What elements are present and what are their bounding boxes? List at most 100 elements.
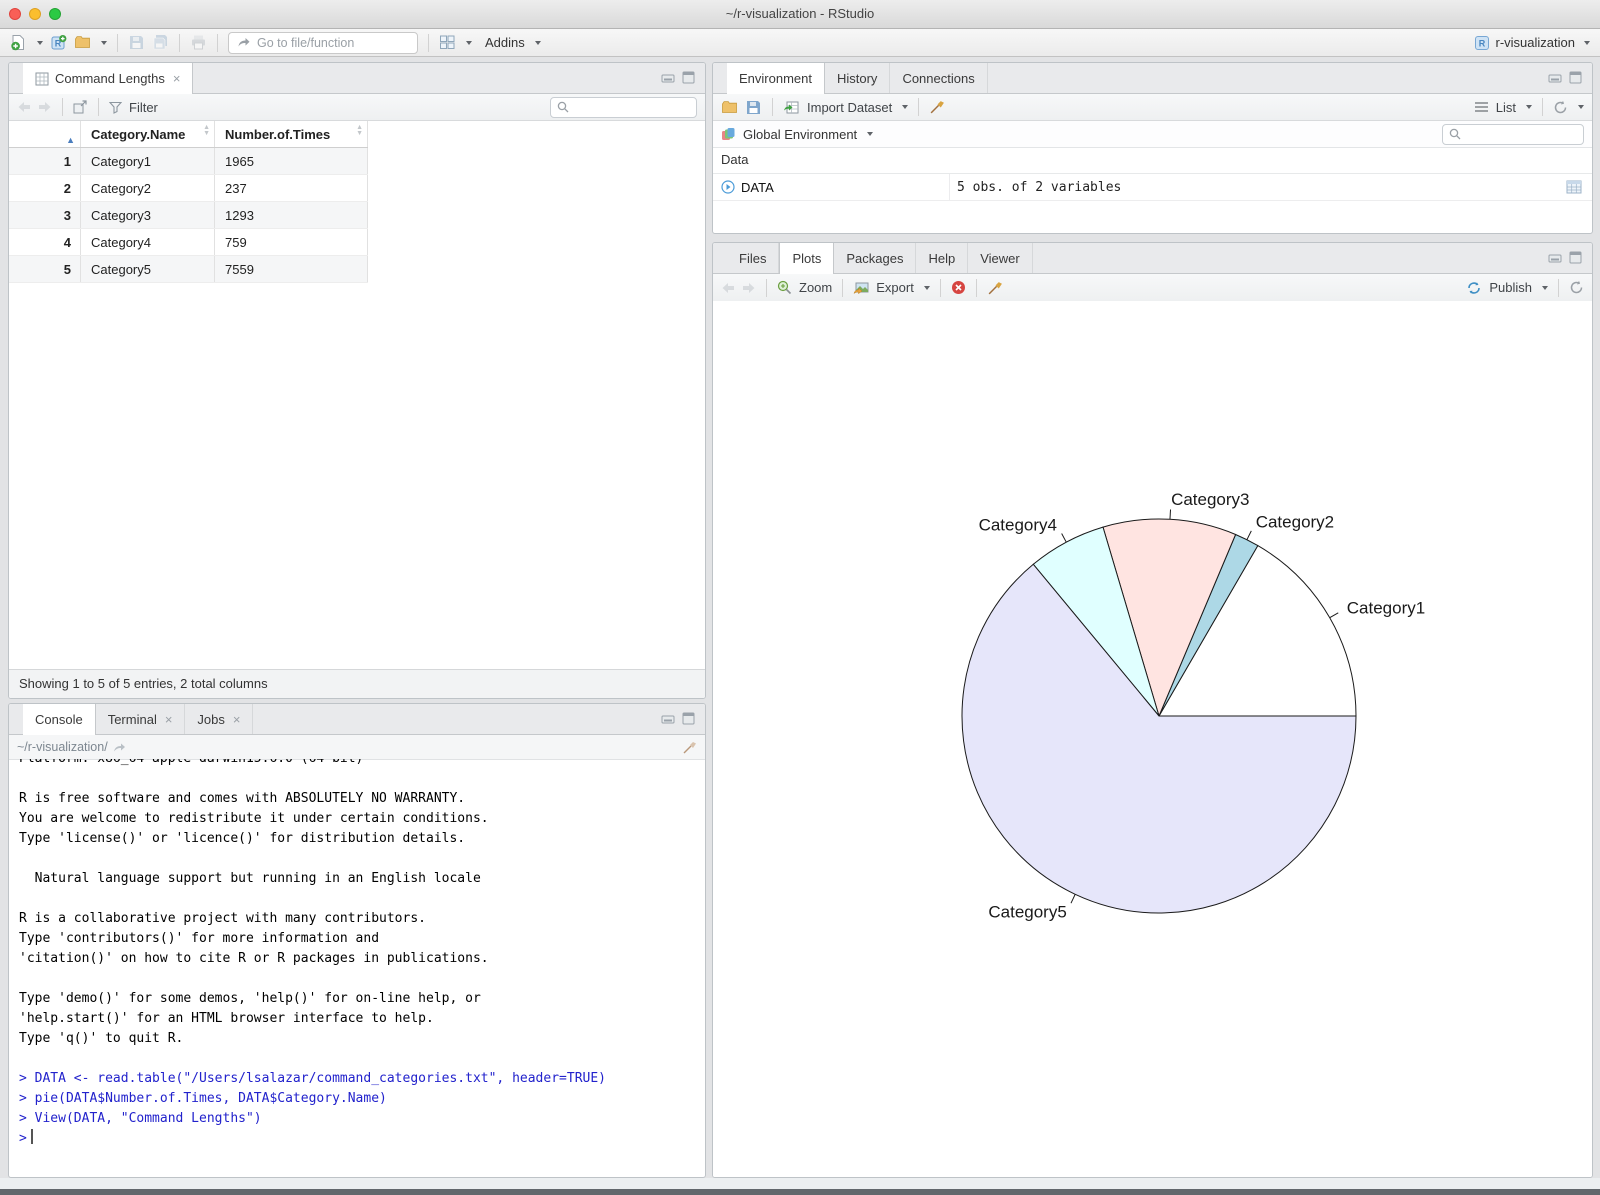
export-plot-dropdown[interactable]: [923, 285, 930, 290]
maximize-pane-icon[interactable]: [1569, 71, 1582, 84]
save-all-icon[interactable]: [152, 34, 169, 51]
table-row[interactable]: 1 Category1 1965: [9, 148, 368, 175]
new-project-icon[interactable]: R: [50, 34, 67, 51]
console-output-line: Platform: x86_64-apple-darwin15.6.0 (64-…: [19, 759, 705, 769]
goto-placeholder: Go to file/function: [257, 35, 355, 50]
new-file-dropdown[interactable]: [37, 40, 43, 45]
console-input-line: > DATA <- read.table("/Users/lsalazar/co…: [19, 1071, 606, 1086]
remove-plot-icon[interactable]: [951, 280, 966, 295]
export-plot-icon: [853, 282, 869, 294]
working-directory-bar: ~/r-visualization/: [9, 735, 705, 760]
column-header-number-of-times[interactable]: Number.of.Times ▲ ▼: [215, 121, 368, 147]
minimize-pane-icon[interactable]: [1548, 252, 1563, 263]
maximize-pane-icon[interactable]: [682, 712, 695, 725]
tab-help[interactable]: Help: [916, 243, 969, 273]
clear-environment-icon[interactable]: [929, 99, 945, 115]
pie-tick-Category4: [1061, 533, 1067, 543]
back-icon[interactable]: [17, 101, 31, 113]
tab-history[interactable]: History: [825, 63, 891, 93]
toolbar-separator: [842, 278, 844, 297]
tab-packages[interactable]: Packages: [834, 243, 917, 273]
viewer-search-input[interactable]: [550, 96, 697, 118]
close-icon[interactable]: ×: [173, 71, 181, 86]
zoom-plot-button[interactable]: Zoom: [799, 280, 832, 295]
sort-toggle-icon[interactable]: ▲ ▼: [356, 124, 363, 137]
column-header-category-name[interactable]: Category.Name ▲ ▼: [81, 121, 215, 147]
panes-layout-icon[interactable]: [439, 34, 456, 51]
export-plot-button[interactable]: Export: [876, 280, 914, 295]
close-icon[interactable]: ×: [233, 712, 241, 727]
tab-jobs[interactable]: Jobs ×: [185, 704, 254, 734]
refresh-dropdown[interactable]: [1578, 105, 1584, 109]
table-row[interactable]: 2 Category2 237: [9, 175, 368, 202]
console-scroll-area[interactable]: Platform: x86_64-apple-darwin15.6.0 (64-…: [9, 759, 705, 1177]
publish-dropdown[interactable]: [1542, 285, 1548, 290]
tab-command-lengths[interactable]: Command Lengths ×: [23, 63, 194, 94]
maximize-pane-icon[interactable]: [682, 71, 695, 84]
close-icon[interactable]: ×: [165, 712, 173, 727]
cell-category-name: Category5: [81, 256, 215, 282]
tab-environment[interactable]: Environment: [727, 63, 825, 94]
import-dataset-dropdown[interactable]: [902, 105, 909, 109]
panes-layout-dropdown[interactable]: [466, 40, 472, 45]
previous-plot-icon[interactable]: [721, 282, 735, 294]
sort-toggle-icon[interactable]: ▲ ▼: [203, 124, 210, 137]
project-selector[interactable]: R r-visualization: [1474, 35, 1590, 51]
table-row[interactable]: 4 Category4 759: [9, 229, 368, 256]
tab-connections[interactable]: Connections: [890, 63, 988, 93]
refresh-plot-icon[interactable]: [1569, 280, 1584, 295]
maximize-pane-icon[interactable]: [1569, 251, 1582, 264]
data-table: ▲ Category.Name ▲ ▼ Number.of.Times ▲ ▼ 1C…: [9, 121, 368, 283]
environment-tabstrip: Environment History Connections: [713, 63, 1592, 94]
open-new-window-icon[interactable]: [73, 100, 88, 114]
minimize-pane-icon[interactable]: [661, 72, 676, 83]
clear-console-icon[interactable]: [682, 740, 697, 755]
expand-object-icon[interactable]: [721, 180, 735, 194]
pie-tick-Category3: [1169, 509, 1172, 520]
clear-all-plots-icon[interactable]: [987, 280, 1003, 296]
table-row[interactable]: 3 Category3 1293: [9, 202, 368, 229]
goto-arrow-icon: [238, 38, 250, 47]
addins-dropdown[interactable]: [534, 40, 541, 45]
cell-category-name: Category2: [81, 175, 215, 201]
save-icon[interactable]: [128, 34, 145, 51]
list-view-button[interactable]: List: [1496, 100, 1516, 115]
print-icon[interactable]: [190, 34, 207, 51]
goto-directory-icon[interactable]: [113, 742, 126, 753]
minimize-pane-icon[interactable]: [661, 713, 676, 724]
goto-file-input[interactable]: Go to file/function: [228, 31, 418, 54]
row-number-header[interactable]: ▲: [9, 121, 81, 147]
addins-button[interactable]: Addins: [485, 35, 525, 50]
open-file-dropdown[interactable]: [101, 40, 107, 45]
forward-icon[interactable]: [38, 101, 52, 113]
import-dataset-button[interactable]: Import Dataset: [807, 100, 892, 115]
environment-object-row[interactable]: DATA 5 obs. of 2 variables: [713, 174, 1592, 201]
list-view-dropdown[interactable]: [1526, 105, 1532, 109]
minimize-pane-icon[interactable]: [1548, 72, 1563, 83]
viewer-status-bar: Showing 1 to 5 of 5 entries, 2 total col…: [9, 669, 705, 698]
tab-plots[interactable]: Plots: [779, 243, 835, 274]
environment-scope-bar: Global Environment: [713, 121, 1592, 148]
load-workspace-icon[interactable]: [721, 99, 738, 116]
window-bottom-strip: [0, 1178, 1600, 1189]
refresh-icon[interactable]: [1553, 100, 1568, 115]
working-directory[interactable]: ~/r-visualization/: [17, 740, 108, 754]
filter-button[interactable]: Filter: [129, 100, 158, 115]
save-workspace-icon[interactable]: [745, 99, 762, 116]
table-row[interactable]: 5 Category5 7559: [9, 256, 368, 283]
environment-search-input[interactable]: [1442, 123, 1584, 145]
environment-scope-dropdown[interactable]: [867, 132, 874, 136]
view-data-icon[interactable]: [1566, 180, 1582, 194]
tab-files[interactable]: Files: [727, 243, 780, 273]
pie-tick-Category1: [1329, 612, 1339, 619]
tab-viewer[interactable]: Viewer: [968, 243, 1033, 273]
tab-console[interactable]: Console: [23, 704, 96, 735]
next-plot-icon[interactable]: [742, 282, 756, 294]
open-file-icon[interactable]: [74, 34, 91, 51]
tab-terminal[interactable]: Terminal ×: [96, 704, 186, 734]
new-file-icon[interactable]: [10, 34, 27, 51]
publish-button[interactable]: Publish: [1489, 280, 1532, 295]
environment-scope-selector[interactable]: Global Environment: [743, 127, 857, 142]
console-prompt-line[interactable]: >: [19, 1129, 705, 1149]
tab-label: Terminal: [107, 711, 157, 727]
